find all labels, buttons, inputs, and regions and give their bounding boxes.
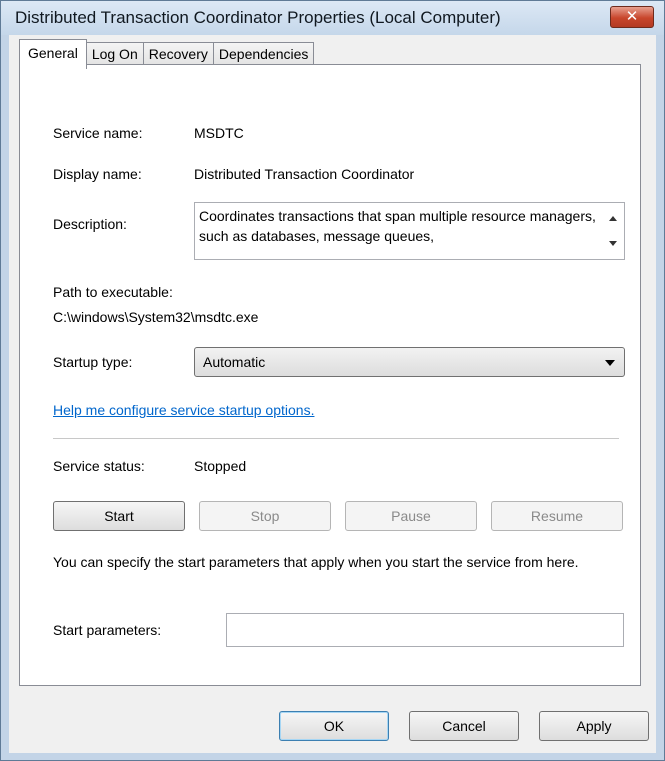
properties-dialog: Distributed Transaction Coordinator Prop… (0, 0, 665, 761)
apply-button[interactable]: Apply (539, 711, 649, 741)
display-name-label: Display name: (53, 166, 142, 182)
separator (53, 438, 619, 439)
startup-type-label: Startup type: (53, 354, 133, 370)
tab-strip: General Log On Recovery Dependencies (19, 37, 315, 69)
scroll-down-icon[interactable] (609, 241, 617, 246)
close-button[interactable]: ✕ (610, 6, 654, 28)
service-name-value: MSDTC (194, 125, 244, 141)
path-value: C:\windows\System32\msdtc.exe (53, 309, 259, 325)
scroll-up-icon[interactable] (609, 216, 617, 221)
service-status-value: Stopped (194, 458, 247, 474)
pause-button[interactable]: Pause (345, 501, 477, 531)
path-label: Path to executable: (53, 284, 173, 300)
display-name-value: Distributed Transaction Coordinator (194, 166, 415, 182)
chevron-down-icon (605, 360, 615, 366)
startup-type-select[interactable]: Automatic (194, 347, 625, 377)
ok-button[interactable]: OK (279, 711, 389, 741)
start-button[interactable]: Start (53, 501, 185, 531)
description-label: Description: (53, 216, 127, 232)
window-title: Distributed Transaction Coordinator Prop… (15, 8, 501, 27)
title-bar[interactable]: Distributed Transaction Coordinator Prop… (1, 1, 664, 35)
service-name-label: Service name: (53, 125, 143, 141)
startup-type-value: Automatic (203, 354, 266, 370)
start-parameters-input[interactable] (226, 613, 624, 647)
description-text: Coordinates transactions that span multi… (199, 208, 596, 244)
tab-general[interactable]: General (19, 39, 87, 69)
cancel-button[interactable]: Cancel (409, 711, 519, 741)
service-status-label: Service status: (53, 458, 145, 474)
stop-button[interactable]: Stop (199, 501, 331, 531)
description-box[interactable]: Coordinates transactions that span multi… (194, 202, 625, 260)
start-parameters-label: Start parameters: (53, 622, 162, 638)
close-icon: ✕ (625, 8, 639, 25)
description-scrollbar[interactable] (604, 203, 624, 259)
help-startup-link[interactable]: Help me configure service startup option… (53, 402, 314, 418)
start-parameters-hint: You can specify the start parameters tha… (53, 554, 579, 570)
resume-button[interactable]: Resume (491, 501, 623, 531)
